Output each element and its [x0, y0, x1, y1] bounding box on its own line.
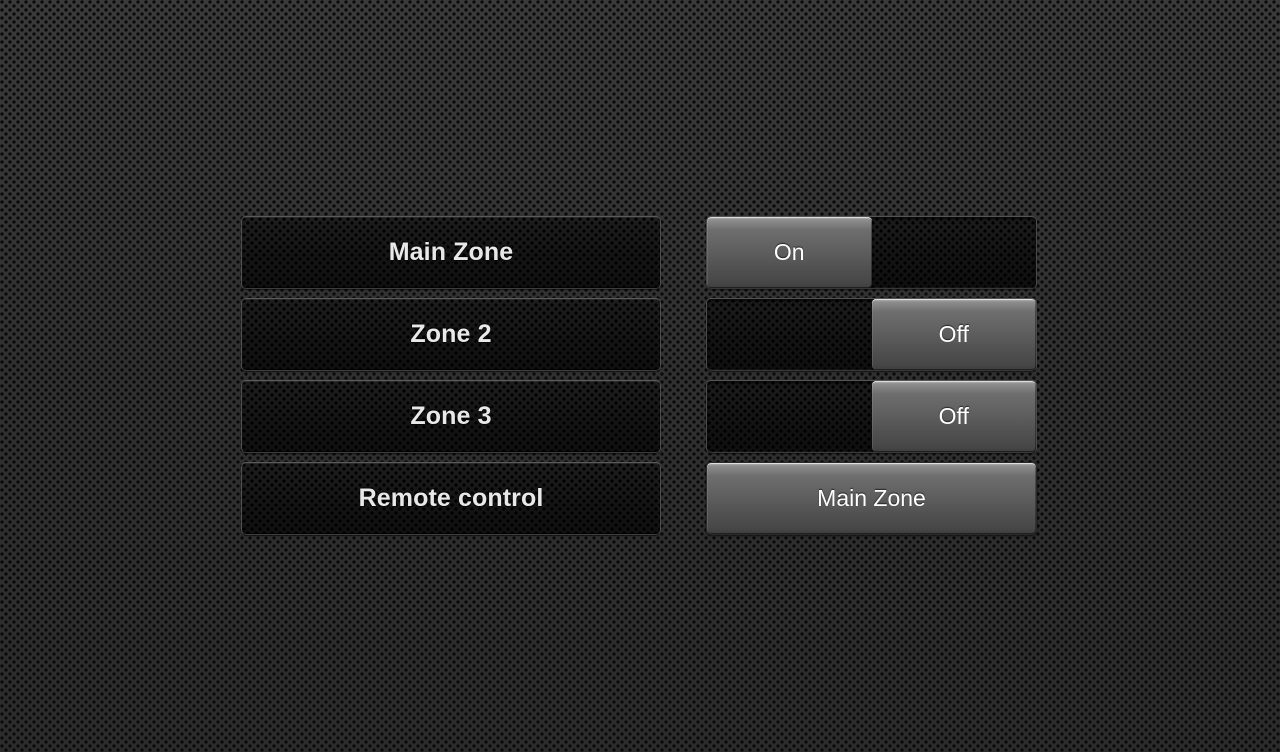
zone-row: Zone 3 Off: [241, 380, 1037, 453]
zone-control-remote-control: Main Zone: [706, 462, 1037, 535]
toggle-thumb[interactable]: On: [707, 217, 872, 288]
zone-control-zone-3: Off: [706, 380, 1037, 453]
zone-button-remote-control[interactable]: Remote control: [241, 462, 661, 535]
toggle-state-label: Off: [938, 321, 969, 347]
toggle-thumb[interactable]: Off: [871, 381, 1036, 452]
zone-row: Zone 2 Off: [241, 298, 1037, 371]
toggle-state-label: Off: [938, 403, 969, 429]
zone-control-screen: { "theme": { "background_color": "#34343…: [0, 0, 1280, 752]
toggle-state-label: On: [773, 239, 805, 265]
toggle-thumb[interactable]: Off: [871, 299, 1036, 370]
zone-row: Main Zone On: [241, 216, 1037, 289]
zone-button-label: Zone 2: [410, 320, 492, 348]
zone-button-label: Zone 3: [410, 402, 492, 430]
zone-control-zone-2: Off: [706, 298, 1037, 371]
zone-button-label: Remote control: [358, 484, 544, 512]
power-toggle-main-zone[interactable]: On: [706, 216, 1037, 289]
zone-control-panel: Main Zone On Zone 2 Off Zone 3 Off Remot…: [241, 216, 1037, 536]
remote-target-button[interactable]: Main Zone: [706, 462, 1037, 535]
zone-control-main-zone: On: [706, 216, 1037, 289]
zone-row: Remote control Main Zone: [241, 462, 1037, 535]
zone-button-zone-3[interactable]: Zone 3: [241, 380, 661, 453]
power-toggle-zone-2[interactable]: Off: [706, 298, 1037, 371]
zone-button-main-zone[interactable]: Main Zone: [241, 216, 661, 289]
remote-target-label: Main Zone: [817, 485, 926, 511]
power-toggle-zone-3[interactable]: Off: [706, 380, 1037, 453]
zone-button-zone-2[interactable]: Zone 2: [241, 298, 661, 371]
zone-button-label: Main Zone: [388, 238, 514, 266]
